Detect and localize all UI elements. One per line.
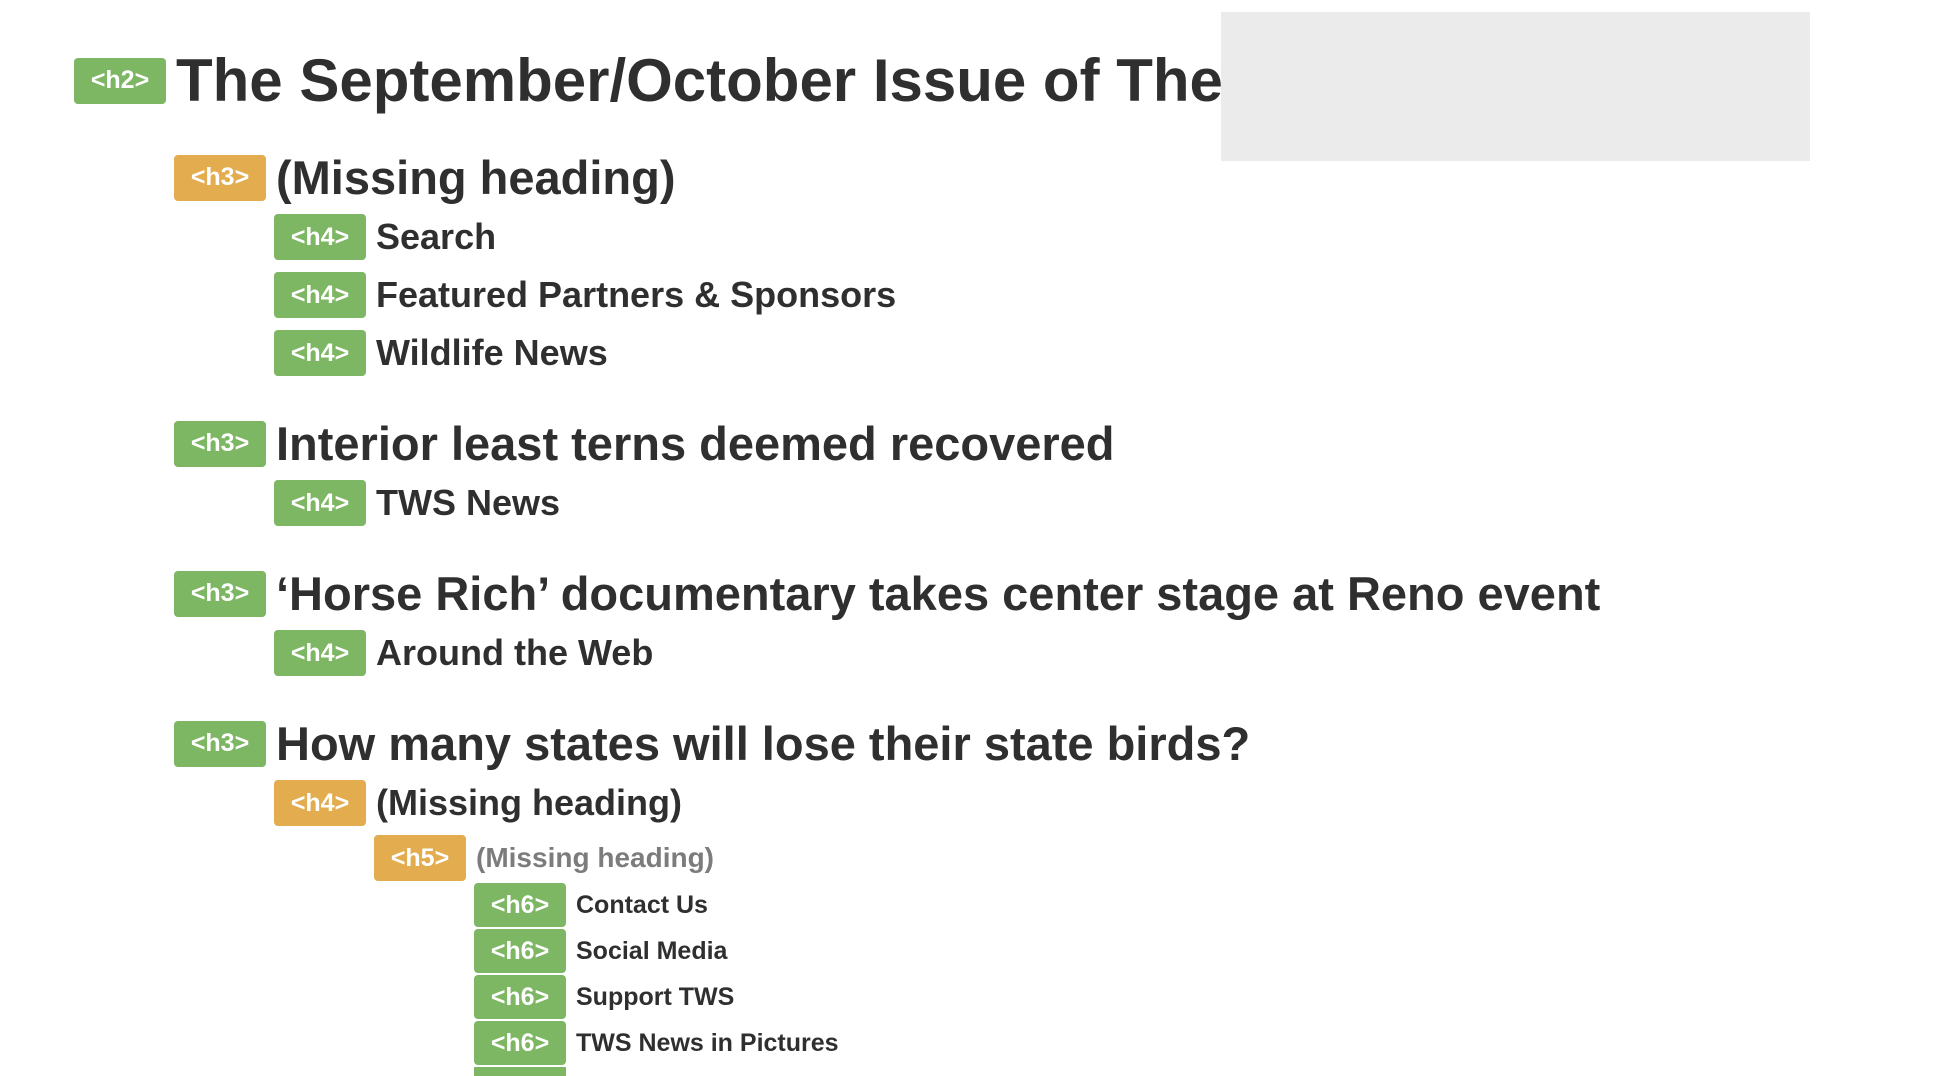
outline-h6-row-social-media[interactable]: <h6> Social Media [474,929,727,973]
outline-h6-row-contact-us[interactable]: <h6> Contact Us [474,883,708,927]
outline-h2-row[interactable]: <h2> The September/October Issue of The [74,46,1223,115]
missing-heading-text: (Missing heading) [276,151,676,204]
h2-tag: <h2> [74,57,166,104]
h6-tag: <h6> [474,929,566,973]
h3-tag: <h3> [174,420,266,467]
outline-h6-row-cutoff [474,1067,566,1076]
outline-h6-row-support-tws[interactable]: <h6> Support TWS [474,975,734,1019]
h4-tag: <h4> [274,780,366,826]
outline-h3-row-missing[interactable]: <h3> (Missing heading) [174,150,676,205]
outline-h4-row-tws-news[interactable]: <h4> TWS News [274,480,560,526]
heading-outline-page: <h2> The September/October Issue of The … [0,0,1954,1076]
outline-h3-row-state-birds[interactable]: <h3> How many states will lose their sta… [174,716,1250,771]
h4-tag: <h4> [274,330,366,376]
h6-heading-text: Contact Us [576,890,708,919]
h6-tag: <h6> [474,1021,566,1065]
outline-h3-row-horse-rich[interactable]: <h3> ‘Horse Rich’ documentary takes cent… [174,566,1600,621]
h4-tag: <h4> [274,480,366,526]
missing-heading-text: (Missing heading) [476,842,714,873]
h4-tag: <h4> [274,272,366,318]
h4-heading-text: Search [376,216,497,257]
image-placeholder [1221,12,1810,161]
h6-tag: <h6> [474,975,566,1019]
h4-heading-text: Around the Web [376,632,654,673]
h4-tag: <h4> [274,214,366,260]
outline-h4-row-missing[interactable]: <h4> (Missing heading) [274,780,682,826]
h4-heading-text: TWS News [376,482,561,523]
outline-h6-row-tws-news-in-pictures[interactable]: <h6> TWS News in Pictures [474,1021,839,1065]
h6-tag-cutoff [474,1067,566,1076]
h3-tag: <h3> [174,570,266,617]
h2-heading-text: The September/October Issue of The [176,47,1223,114]
h4-heading-text: Wildlife News [376,332,608,373]
h3-heading-text: ‘Horse Rich’ documentary takes center st… [276,567,1601,620]
h5-tag: <h5> [374,835,466,881]
outline-h4-row-featured-partners[interactable]: <h4> Featured Partners & Sponsors [274,272,896,318]
h6-heading-text: TWS News in Pictures [576,1028,839,1057]
h6-tag: <h6> [474,883,566,927]
outline-h4-row-around-the-web[interactable]: <h4> Around the Web [274,630,653,676]
missing-heading-text: (Missing heading) [376,782,682,823]
outline-h4-row-search[interactable]: <h4> Search [274,214,496,260]
outline-h3-row-least-terns[interactable]: <h3> Interior least terns deemed recover… [174,416,1115,471]
outline-h5-row-missing[interactable]: <h5> (Missing heading) [374,835,714,881]
h3-tag: <h3> [174,720,266,767]
h4-tag: <h4> [274,630,366,676]
h3-heading-text: How many states will lose their state bi… [276,717,1251,770]
outline-h4-row-wildlife-news[interactable]: <h4> Wildlife News [274,330,608,376]
h3-heading-text: Interior least terns deemed recovered [276,417,1115,470]
h4-heading-text: Featured Partners & Sponsors [376,274,897,315]
h6-heading-text: Support TWS [576,982,735,1011]
h6-heading-text: Social Media [576,936,728,965]
h3-tag: <h3> [174,154,266,201]
